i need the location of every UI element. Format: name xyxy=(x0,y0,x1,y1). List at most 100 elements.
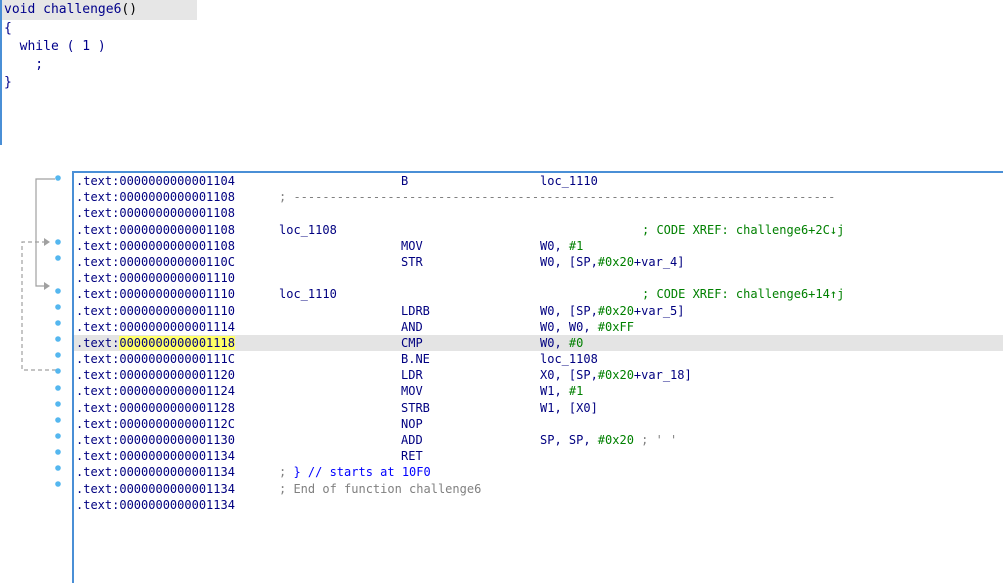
breakpoint-dot-icon xyxy=(55,255,61,261)
address[interactable]: .text:0000000000001124 xyxy=(76,383,235,399)
breakpoint-dot-icon xyxy=(55,449,61,455)
breakpoint-dot-icon xyxy=(55,433,61,439)
operands[interactable]: W0, [SP,#0x20+var_4] xyxy=(540,254,685,270)
disasm-line[interactable]: .text:000000000000112C NOP xyxy=(74,416,1003,432)
jump-arrow-dashed xyxy=(21,241,56,371)
mnemonic: CMP xyxy=(401,335,423,350)
address[interactable]: .text:000000000000112C xyxy=(76,416,235,432)
address[interactable]: .text:000000000000111C xyxy=(76,351,235,367)
mnemonic: STR xyxy=(401,254,423,269)
disasm-line[interactable]: .text:0000000000001124 MOV W1, #1 xyxy=(74,383,1003,399)
mnemonic: LDR xyxy=(401,368,423,383)
disasm-line[interactable]: .text:0000000000001114 AND W0, W0, #0xFF xyxy=(74,319,1003,335)
breakpoint-dot-icon xyxy=(55,481,61,487)
breakpoint-dot-icon xyxy=(55,320,61,326)
disassembly-listing[interactable]: .text:0000000000001104 Bloc_1110 .text:000… xyxy=(72,171,1003,583)
address[interactable]: .text:0000000000001110 xyxy=(76,286,235,302)
operands[interactable]: loc_1108 xyxy=(540,351,598,367)
disasm-line[interactable]: .text:0000000000001110 loc_1110 ; CODE XRE… xyxy=(74,286,1003,302)
breakpoint-dot-icon xyxy=(55,401,61,407)
operands[interactable]: W1, #1 xyxy=(540,383,583,399)
address[interactable]: .text:0000000000001114 xyxy=(76,319,235,335)
mnemonic: MOV xyxy=(401,384,423,399)
mnemonic: RET xyxy=(401,449,423,464)
function-signature-line[interactable]: void challenge6() xyxy=(2,0,197,20)
arrow-head-icon xyxy=(44,282,50,290)
address[interactable]: .text:0000000000001108 xyxy=(76,205,235,221)
mnemonic: B.NE xyxy=(401,352,430,367)
jump-arrow-solid xyxy=(35,178,55,287)
operands[interactable]: W1, [X0] xyxy=(540,400,598,416)
breakpoint-dot-icon xyxy=(55,465,61,471)
address[interactable]: .text:0000000000001134 xyxy=(76,464,235,480)
breakpoint-dot-icon xyxy=(55,336,61,342)
disasm-line[interactable]: .text:0000000000001108 MOV W0, #1 xyxy=(74,238,1003,254)
disasm-line[interactable]: .text:0000000000001134; } // starts at 1… xyxy=(74,464,1003,480)
pseudocode-line[interactable]: while ( 1 ) xyxy=(2,38,197,56)
breakpoint-dot-icon xyxy=(55,288,61,294)
comment-prefix: ; xyxy=(279,465,294,480)
operands[interactable]: SP, SP, #0x20 ; ' ' xyxy=(540,432,677,448)
address[interactable]: .text:0000000000001128 xyxy=(76,400,235,416)
label[interactable]: loc_1110 xyxy=(279,286,337,302)
arrow-head-icon xyxy=(44,238,50,246)
operands[interactable]: W0, W0, #0xFF xyxy=(540,319,634,335)
address[interactable]: .text:0000000000001110 xyxy=(76,270,235,286)
operands[interactable]: X0, [SP,#0x20+var_18] xyxy=(540,367,692,383)
disasm-line[interactable]: .text:0000000000001108 loc_1108 ; CODE XRE… xyxy=(74,222,1003,238)
disasm-line[interactable]: .text:0000000000001118 CMP W0, #0 xyxy=(74,334,1003,352)
address[interactable]: .text:0000000000001108 xyxy=(76,238,235,254)
disasm-line[interactable]: .text:0000000000001108 ; ----------------… xyxy=(74,189,1003,205)
operands[interactable]: W0, #0 xyxy=(540,335,583,351)
operands[interactable]: W0, #1 xyxy=(540,238,583,254)
mnemonic: B xyxy=(401,174,409,188)
pseudocode-line[interactable]: { xyxy=(2,20,197,38)
address[interactable]: .text:0000000000001120 xyxy=(76,367,235,383)
address[interactable]: .text:0000000000001130 xyxy=(76,432,235,448)
operands[interactable]: loc_1110 xyxy=(540,173,598,189)
mnemonic: STRB xyxy=(401,400,430,415)
breakpoint-dot-icon xyxy=(55,304,61,310)
breakpoint-dot-icon xyxy=(55,385,61,391)
function-parens: () xyxy=(121,2,138,17)
disasm-line[interactable]: .text:0000000000001110 xyxy=(74,270,1003,286)
disasm-line[interactable]: .text:000000000000111C B.NE loc_1108 xyxy=(74,351,1003,367)
disasm-line[interactable]: .text:0000000000001110 LDRB W0, [SP,#0x20+… xyxy=(74,303,1003,319)
address[interactable]: .text:0000000000001134 xyxy=(76,497,235,513)
disasm-line[interactable]: .text:000000000000110C STR W0, [SP,#0x20+v… xyxy=(74,254,1003,270)
mnemonic: LDRB xyxy=(401,303,430,318)
disasm-line[interactable]: .text:0000000000001130 ADD SP, SP, #0x20 ;… xyxy=(74,432,1003,448)
disasm-line[interactable]: .text:0000000000001134 ; End of function … xyxy=(74,481,1003,497)
disasm-line[interactable]: .text:0000000000001128 STRB W1, [X0] xyxy=(74,400,1003,416)
breakpoint-dot-icon xyxy=(55,368,61,374)
xref-comment[interactable]: ; CODE XREF: challenge6+2C↓j xyxy=(642,222,844,238)
function-comment: ; } // starts at 10F0 xyxy=(279,464,431,480)
disasm-line[interactable]: .text:0000000000001120 LDR X0, [SP,#0x20+v… xyxy=(74,367,1003,383)
address[interactable]: .text:0000000000001118 xyxy=(76,335,235,351)
disasm-line[interactable]: .text:0000000000001108 xyxy=(74,205,1003,221)
disasm-line[interactable]: .text:0000000000001134 xyxy=(74,497,1003,513)
address[interactable]: .text:0000000000001110 xyxy=(76,303,235,319)
address[interactable]: .text:0000000000001134 xyxy=(76,481,235,497)
function-signature[interactable]: void challenge6 xyxy=(4,2,121,17)
address[interactable]: .text:000000000000110C xyxy=(76,254,235,270)
flow-arrows-gutter xyxy=(21,175,61,487)
operands[interactable]: W0, [SP,#0x20+var_5] xyxy=(540,303,685,319)
mnemonic: AND xyxy=(401,319,423,334)
pseudocode-line[interactable]: ; xyxy=(2,56,197,74)
disasm-line[interactable]: .text:0000000000001134 RET xyxy=(74,448,1003,464)
disasm-line[interactable]: .text:0000000000001104 Bloc_1110 xyxy=(74,173,1003,189)
xref-comment[interactable]: ; CODE XREF: challenge6+14↑j xyxy=(642,286,844,302)
address[interactable]: .text:0000000000001134 xyxy=(76,448,235,464)
pseudocode-line[interactable]: } xyxy=(2,74,197,92)
mnemonic: MOV xyxy=(401,238,423,253)
address[interactable]: .text:0000000000001108 xyxy=(76,222,235,238)
address[interactable]: .text:0000000000001104 xyxy=(76,173,235,189)
breakpoint-dot-icon xyxy=(55,352,61,358)
comment-text: } // starts at 10F0 xyxy=(293,465,431,480)
mnemonic: NOP xyxy=(401,416,423,431)
address[interactable]: .text:0000000000001108 xyxy=(76,189,235,205)
breakpoint-dot-icon xyxy=(55,417,61,423)
pseudocode-pane[interactable]: void challenge6() { while ( 1 ) ; } xyxy=(0,0,197,145)
label[interactable]: loc_1108 xyxy=(279,222,337,238)
